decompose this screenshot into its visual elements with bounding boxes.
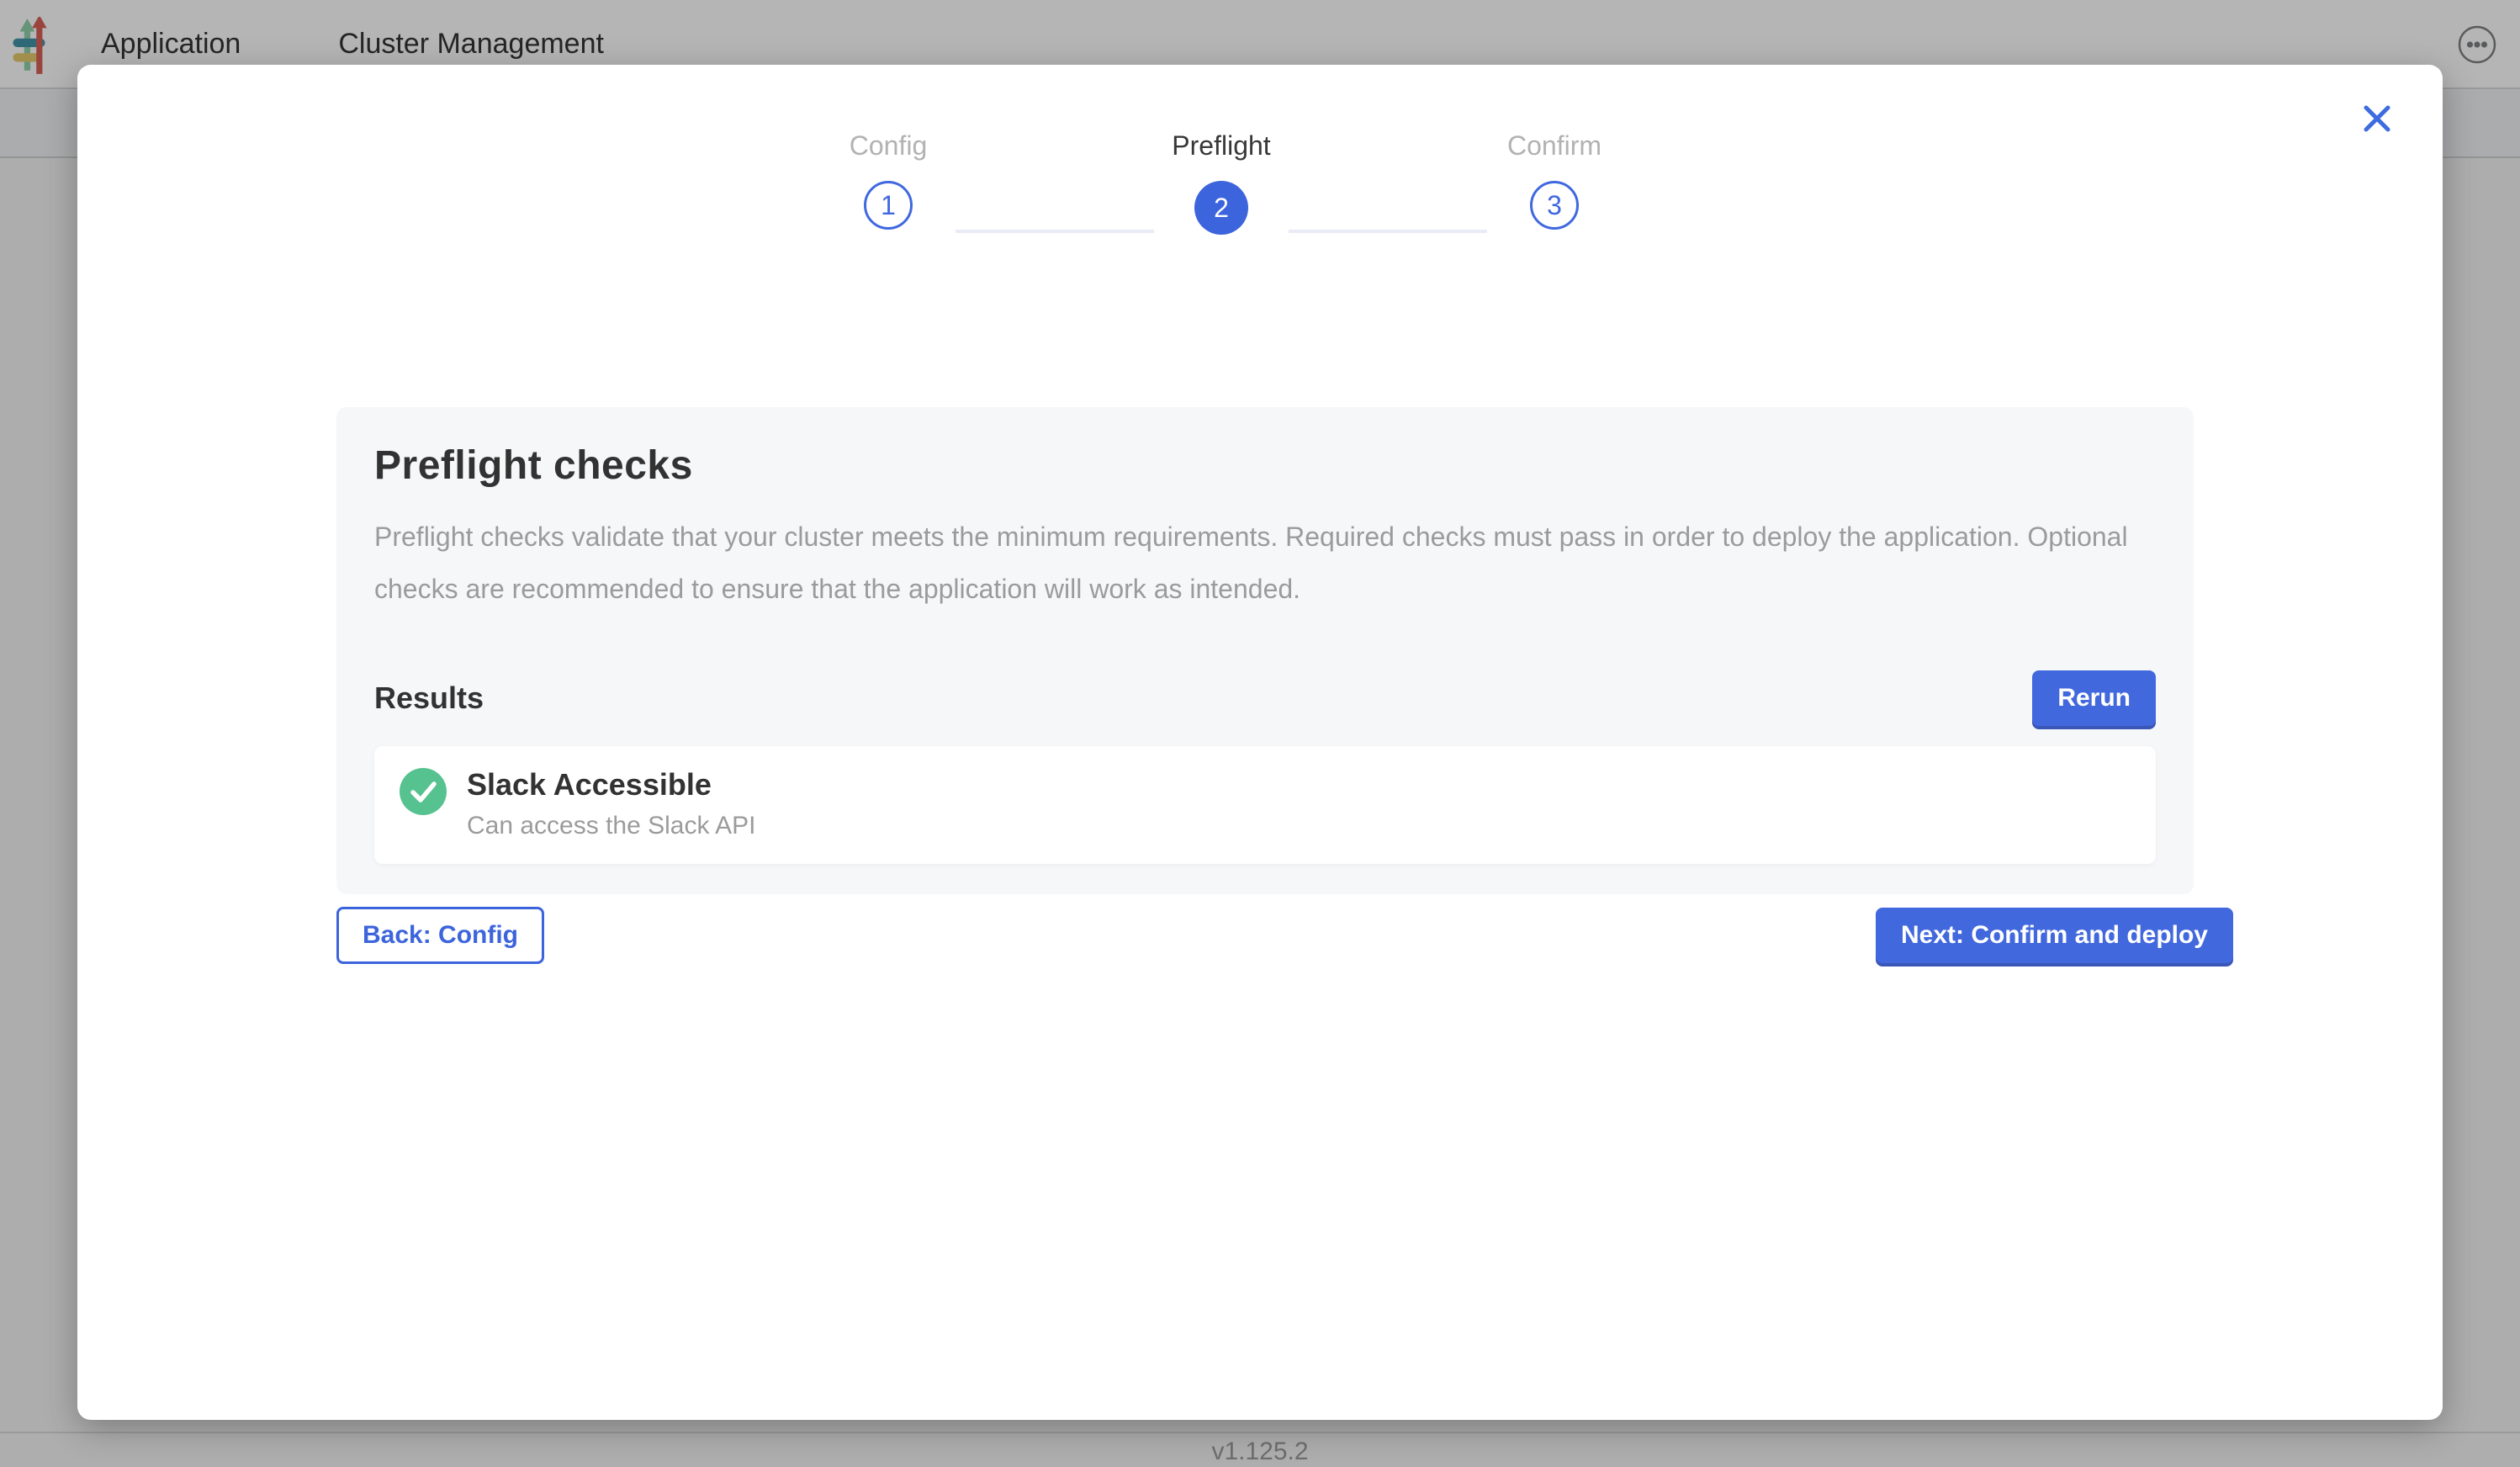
step-confirm[interactable]: Confirm 3 — [1487, 130, 1622, 230]
stepper-connector — [1289, 230, 1487, 233]
step-config-circle[interactable]: 1 — [864, 181, 913, 230]
stepper-connector — [956, 230, 1154, 233]
wizard-stepper: Config 1 Preflight 2 Confirm 3 — [821, 130, 1622, 235]
results-header-row: Results Rerun — [374, 670, 2156, 726]
result-title: Slack Accessible — [467, 766, 756, 803]
step-confirm-circle[interactable]: 3 — [1530, 181, 1579, 230]
next-confirm-deploy-button[interactable]: Next: Confirm and deploy — [1876, 908, 2233, 963]
panel-title: Preflight checks — [374, 442, 2156, 489]
step-config-label: Config — [850, 130, 928, 161]
step-config[interactable]: Config 1 — [821, 130, 956, 230]
panel-description: Preflight checks validate that your clus… — [374, 511, 2156, 615]
results-heading: Results — [374, 681, 484, 716]
modal-actions: Back: Config Next: Confirm and deploy — [336, 907, 2233, 964]
step-confirm-label: Confirm — [1507, 130, 1601, 161]
preflight-panel: Preflight checks Preflight checks valida… — [336, 407, 2194, 894]
rerun-button[interactable]: Rerun — [2032, 670, 2156, 726]
back-config-button[interactable]: Back: Config — [336, 907, 544, 964]
result-texts: Slack Accessible Can access the Slack AP… — [467, 766, 756, 840]
preflight-modal: Config 1 Preflight 2 Confirm 3 Preflight… — [77, 65, 2443, 1420]
close-icon[interactable] — [2360, 102, 2394, 135]
step-preflight-label: Preflight — [1172, 130, 1270, 161]
step-preflight[interactable]: Preflight 2 — [1154, 130, 1289, 235]
result-detail: Can access the Slack API — [467, 812, 756, 840]
step-preflight-circle[interactable]: 2 — [1194, 181, 1248, 235]
preflight-result-item: Slack Accessible Can access the Slack AP… — [374, 746, 2156, 864]
success-check-icon — [400, 768, 447, 815]
